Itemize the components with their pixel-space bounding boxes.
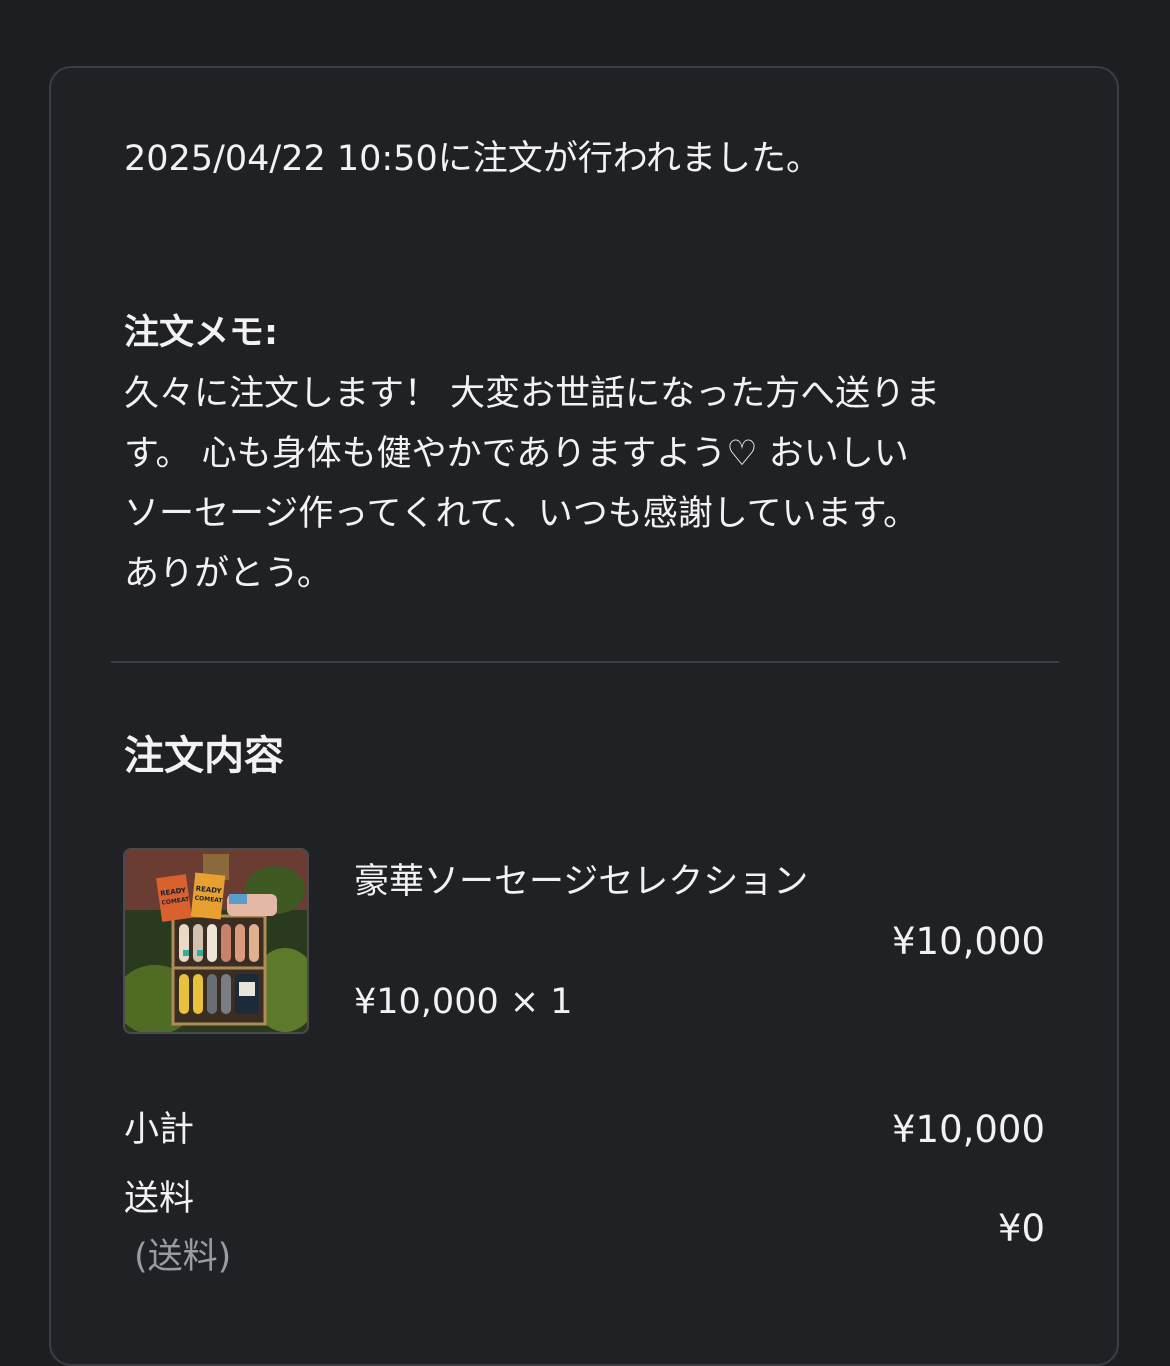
item-name[interactable]: 豪華ソーセージセレクション bbox=[354, 853, 844, 911]
shipping-value: ¥0 bbox=[997, 1207, 1045, 1250]
subtotal-label: 小計 bbox=[124, 1110, 195, 1150]
order-contents-title: 注文内容 bbox=[124, 733, 284, 779]
shipping-sublabel: (送料) bbox=[134, 1237, 232, 1277]
order-card bbox=[49, 66, 1119, 1366]
product-thumbnail[interactable]: READY COMEAT READY COMEAT bbox=[123, 848, 309, 1034]
order-memo-body: 久々に注文します！ 大変お世話になった方へ送りま す。 心も身体も健やかでありま… bbox=[124, 374, 941, 594]
order-placed-text: 2025/04/22 10:50に注文が行われました。 bbox=[124, 139, 821, 179]
shipping-label: 送料 bbox=[124, 1179, 195, 1219]
item-total-price: ¥10,000 bbox=[891, 920, 1045, 963]
order-memo-heading: 注文メモ: bbox=[124, 313, 278, 353]
section-divider bbox=[111, 661, 1059, 663]
item-unit-price-quantity: ¥10,000 × 1 bbox=[354, 982, 573, 1022]
product-photo-icon: READY COMEAT READY COMEAT bbox=[125, 850, 307, 1032]
subtotal-value: ¥10,000 bbox=[891, 1108, 1045, 1151]
